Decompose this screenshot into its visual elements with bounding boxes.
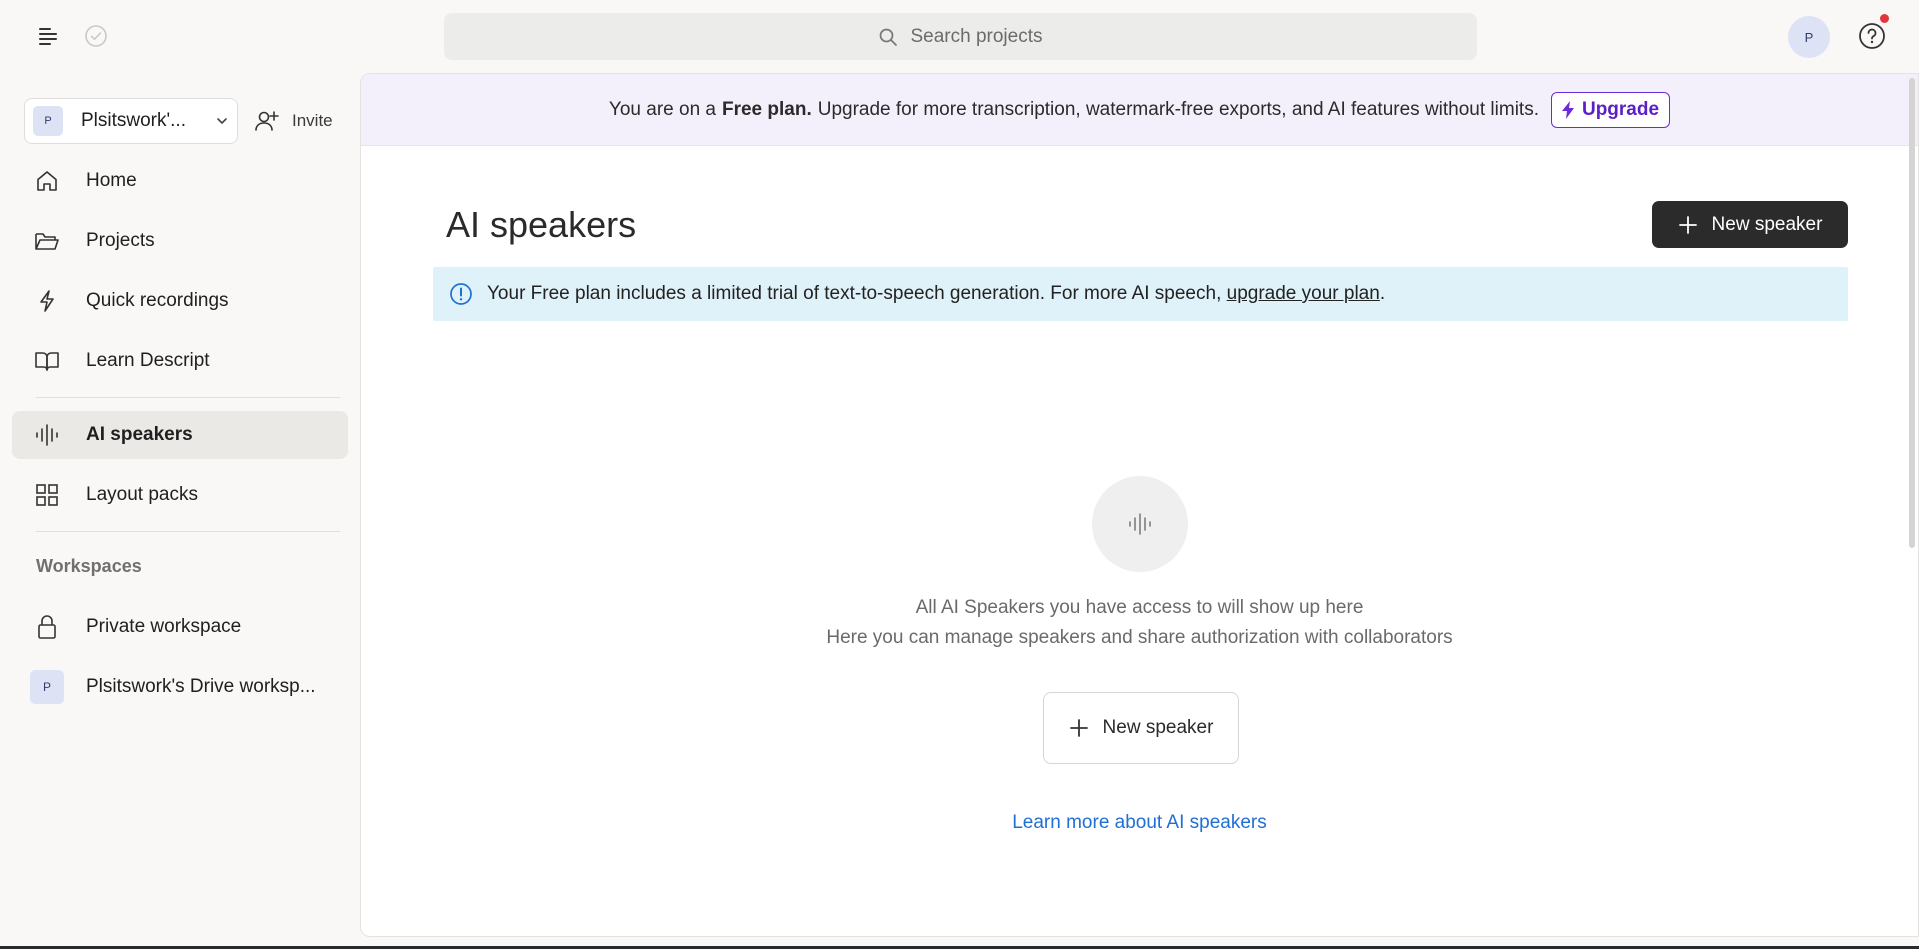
workspaces-heading: Workspaces (36, 556, 142, 576)
invite-label: Invite (292, 111, 333, 130)
chevron-down-icon (215, 114, 229, 128)
sidebar-item-private-workspace[interactable]: Private workspace (12, 603, 348, 651)
sidebar-item-label: Projects (86, 230, 155, 251)
info-text-body: Your Free plan includes a limited trial … (487, 283, 1222, 304)
empty-state-icon (1092, 476, 1188, 572)
sidebar-item-quick-recordings[interactable]: Quick recordings (12, 277, 348, 325)
learn-more-label[interactable]: Learn more about AI speakers (1012, 812, 1267, 833)
sidebar-item-label: Learn Descript (86, 350, 210, 371)
info-text-end: . (1379, 283, 1386, 304)
folder-icon (34, 228, 60, 254)
main-panel: You are on a Free plan. Upgrade for more… (360, 73, 1919, 937)
sidebar-item-layout-packs[interactable]: Layout packs (12, 471, 348, 519)
plus-icon (1678, 215, 1698, 235)
lightning-icon (34, 288, 60, 314)
scrollbar[interactable] (1909, 78, 1915, 548)
menu-icon[interactable] (34, 22, 62, 50)
info-text: Your Free plan includes a limited trial … (487, 283, 1385, 305)
book-icon (34, 348, 60, 374)
info-callout: Your Free plan includes a limited trial … (433, 267, 1848, 321)
lightning-icon (1560, 100, 1576, 120)
sidebar-item-label: Private workspace (86, 616, 242, 637)
invite-button[interactable]: Invite (254, 106, 333, 136)
sidebar-item-projects[interactable]: Projects (12, 217, 348, 265)
sidebar-item-label: Plsitswork's Drive worksp... (86, 676, 316, 697)
sidebar-item-learn-descript[interactable]: Learn Descript (12, 337, 348, 385)
workspace-switcher[interactable]: P Plsitswork'... (24, 98, 238, 144)
sidebar-item-drive-workspace[interactable]: P Plsitswork's Drive worksp... (12, 663, 348, 711)
lock-icon (34, 614, 60, 640)
help-icon[interactable] (1857, 21, 1887, 51)
empty-state-line-2: Here you can manage speakers and share a… (826, 627, 1453, 648)
add-user-icon (254, 109, 280, 133)
new-speaker-label: New speaker (1102, 717, 1214, 738)
search-input[interactable]: Search projects (444, 13, 1477, 60)
workspace-avatar: P (33, 106, 63, 136)
banner-prefix: You are on a (608, 98, 716, 120)
search-icon (878, 27, 898, 47)
sidebar-item-home[interactable]: Home (12, 157, 348, 205)
user-avatar[interactable]: P (1788, 16, 1830, 58)
grid-icon (34, 482, 60, 508)
sidebar-divider (36, 531, 340, 532)
new-speaker-label: New speaker (1711, 213, 1823, 235)
home-icon (34, 168, 60, 194)
upgrade-button[interactable]: Upgrade (1550, 91, 1671, 128)
sync-status-icon (82, 22, 110, 50)
plan-banner: You are on a Free plan. Upgrade for more… (361, 74, 1918, 146)
page-title: AI speakers (446, 204, 637, 245)
sidebar-item-ai-speakers[interactable]: AI speakers (12, 411, 348, 459)
new-speaker-button[interactable]: New speaker (1652, 201, 1848, 248)
top-bar: Search projects P (0, 0, 1919, 73)
sidebar-item-label: Quick recordings (86, 290, 229, 311)
new-speaker-button-secondary[interactable]: New speaker (1043, 692, 1239, 764)
workspace-avatar: P (30, 670, 64, 704)
sidebar-item-label: Home (86, 170, 137, 191)
learn-more-link[interactable]: Learn more about AI speakers (361, 812, 1918, 834)
workspace-name: Plsitswork'... (81, 110, 186, 131)
sidebar-item-label: AI speakers (86, 424, 193, 445)
info-icon (449, 282, 473, 306)
notification-dot (1880, 14, 1889, 23)
sidebar-item-label: Layout packs (86, 484, 198, 505)
sidebar-divider (36, 397, 340, 398)
empty-state-line-1: All AI Speakers you have access to will … (915, 597, 1364, 618)
plus-icon (1069, 718, 1089, 738)
waveform-icon (34, 422, 60, 448)
banner-plan: Free plan. (721, 98, 812, 120)
search-placeholder: Search projects (910, 25, 1043, 47)
banner-suffix: Upgrade for more transcription, watermar… (817, 98, 1539, 120)
upgrade-plan-link[interactable]: upgrade your plan (1227, 283, 1380, 304)
upgrade-label: Upgrade (1581, 98, 1660, 120)
waveform-icon (1128, 512, 1152, 536)
